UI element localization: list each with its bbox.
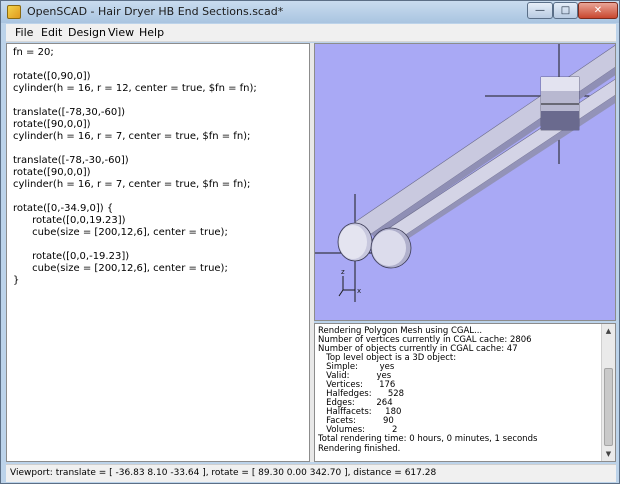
code-line[interactable]: rotate([0,0,-19.23])	[13, 251, 129, 262]
title-bar[interactable]: OpenSCAD - Hair Dryer HB End Sections.sc…	[1, 1, 619, 23]
console-scrollbar[interactable]: ▲ ▼	[601, 324, 615, 461]
cylinder-large-dark	[541, 111, 579, 130]
code-line[interactable]: translate([-78,30,-60])	[13, 107, 125, 118]
scroll-up-arrow-icon[interactable]: ▲	[602, 324, 615, 338]
code-line[interactable]: rotate([0,90,0])	[13, 71, 91, 82]
code-line[interactable]: }	[13, 275, 19, 286]
menu-bar: File Edit Design View Help	[6, 24, 616, 42]
code-line[interactable]: translate([-78,-30,-60])	[13, 155, 129, 166]
cylinder-large-mid	[541, 91, 579, 111]
menu-view[interactable]: View	[105, 26, 137, 39]
maximize-button[interactable]: □	[553, 2, 578, 19]
code-line[interactable]: cylinder(h = 16, r = 7, center = true, $…	[13, 131, 250, 142]
code-line[interactable]: rotate([90,0,0])	[13, 119, 91, 130]
3d-viewport[interactable]: z x	[314, 43, 616, 321]
viewport-status: Viewport: translate = [ -36.83 8.10 -33.…	[10, 468, 437, 478]
console-output[interactable]: Rendering Polygon Mesh using CGAL... Num…	[314, 323, 616, 462]
scrollbar-thumb[interactable]	[604, 368, 613, 446]
render-scene: z x	[315, 44, 615, 302]
code-line[interactable]: cylinder(h = 16, r = 12, center = true, …	[13, 83, 257, 94]
menu-design[interactable]: Design	[65, 26, 109, 39]
code-line[interactable]: rotate([0,-34.9,0]) {	[13, 203, 113, 214]
minimize-button[interactable]: —	[527, 2, 553, 19]
menu-help[interactable]: Help	[136, 26, 167, 39]
code-line[interactable]: cube(size = [200,12,6], center = true);	[13, 227, 228, 238]
window-title: OpenSCAD - Hair Dryer HB End Sections.sc…	[27, 5, 284, 18]
cylinder-end-left-face	[339, 225, 367, 259]
code-line[interactable]: rotate([0,0,19.23])	[13, 215, 125, 226]
console-line: Total rendering time: 0 hours, 0 minutes…	[318, 434, 538, 444]
openscad-window: OpenSCAD - Hair Dryer HB End Sections.sc…	[0, 0, 620, 484]
code-line[interactable]: cube(size = [200,12,6], center = true);	[13, 263, 228, 274]
menu-file[interactable]: File	[12, 26, 36, 39]
arm-upper	[354, 44, 615, 235]
code-editor[interactable]: fn = 20; rotate([0,90,0]) cylinder(h = 1…	[6, 43, 310, 462]
gizmo-y-axis	[338, 289, 344, 297]
openscad-app-icon	[7, 5, 21, 19]
arm-lower-shadow	[395, 95, 615, 246]
code-line[interactable]: rotate([90,0,0])	[13, 167, 91, 178]
code-line[interactable]: cylinder(h = 16, r = 7, center = true, $…	[13, 179, 250, 190]
cylinder-end-right-face	[372, 230, 406, 266]
code-line[interactable]: fn = 20;	[13, 47, 54, 58]
status-bar: Viewport: translate = [ -36.83 8.10 -33.…	[6, 464, 616, 482]
cylinder-large-top	[541, 77, 579, 91]
console-line: Rendering finished.	[318, 444, 401, 454]
close-button[interactable]: ✕	[578, 2, 618, 19]
gizmo-x-label: x	[357, 287, 361, 295]
gizmo-z-label: z	[341, 268, 345, 276]
scroll-down-arrow-icon[interactable]: ▼	[602, 447, 615, 461]
menu-edit[interactable]: Edit	[38, 26, 65, 39]
